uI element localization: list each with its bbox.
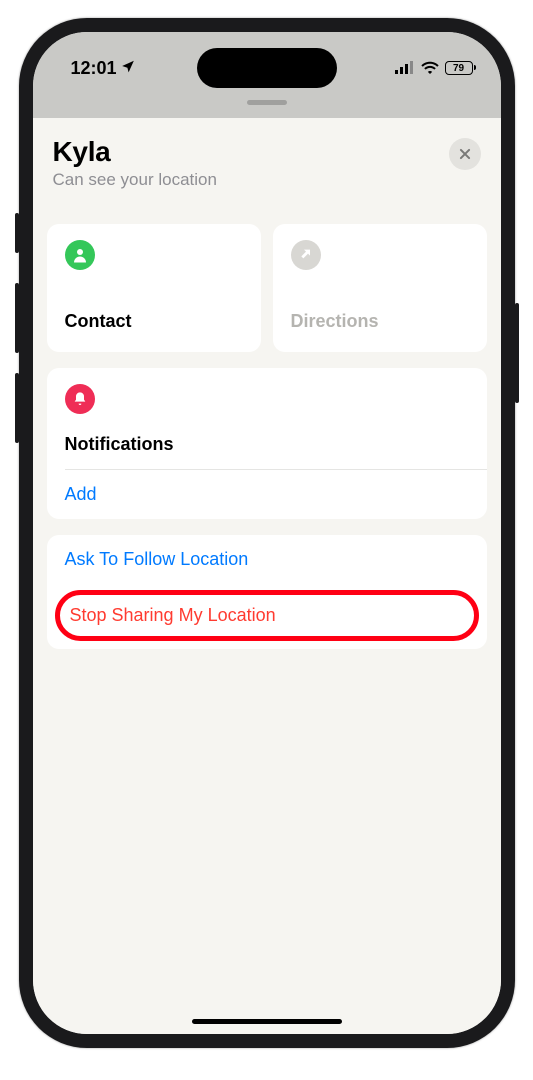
notifications-title: Notifications [65, 434, 469, 455]
close-icon [458, 147, 472, 161]
dynamic-island [197, 48, 337, 88]
cellular-signal-icon [395, 58, 415, 79]
wifi-icon [421, 58, 439, 79]
home-indicator[interactable] [192, 1019, 342, 1024]
bell-icon [65, 384, 95, 414]
actions-section: Ask To Follow Location Stop Sharing My L… [47, 535, 487, 649]
power-button [515, 303, 519, 403]
add-notification-button[interactable]: Add [47, 470, 487, 519]
contact-label: Contact [65, 311, 243, 332]
screen: 12:01 79 [33, 32, 501, 1034]
directions-icon [291, 240, 321, 270]
page-title: Kyla [53, 136, 217, 168]
silence-switch [15, 213, 19, 253]
sheet-grabber [247, 100, 287, 105]
directions-card: Directions [273, 224, 487, 352]
stop-sharing-location-button[interactable]: Stop Sharing My Location [70, 605, 464, 626]
notifications-section: Notifications Add [47, 368, 487, 519]
volume-down-button [15, 373, 19, 443]
status-time: 12:01 [71, 58, 117, 79]
person-icon [65, 240, 95, 270]
directions-label: Directions [291, 311, 469, 332]
location-arrow-icon [121, 59, 135, 78]
battery-percent: 79 [453, 63, 464, 74]
sheet-grabber-area[interactable] [33, 92, 501, 118]
close-button[interactable] [449, 138, 481, 170]
content-area: Kyla Can see your location Contact [33, 118, 501, 1034]
battery-indicator: 79 [445, 61, 473, 75]
volume-up-button [15, 283, 19, 353]
page-subtitle: Can see your location [53, 170, 217, 190]
annotation-highlight: Stop Sharing My Location [55, 590, 479, 641]
contact-card[interactable]: Contact [47, 224, 261, 352]
phone-frame: 12:01 79 [19, 18, 515, 1048]
ask-follow-location-button[interactable]: Ask To Follow Location [47, 535, 487, 584]
